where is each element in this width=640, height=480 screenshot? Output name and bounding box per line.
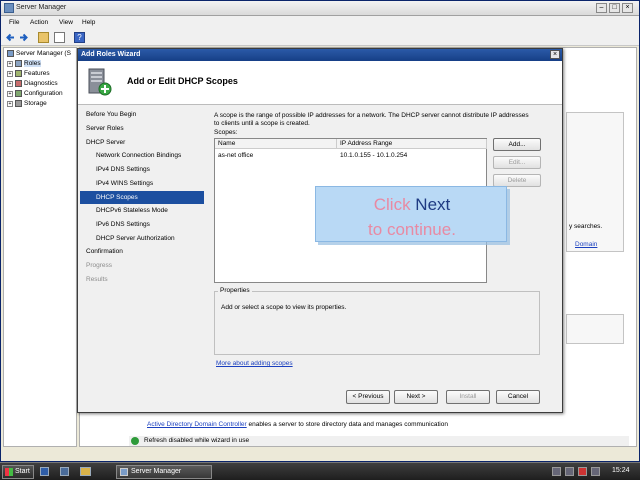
diagnostics-icon <box>15 80 22 87</box>
wizard-header: Add or Edit DHCP Scopes <box>78 61 562 105</box>
role-description: Active Directory Domain Controller enabl… <box>147 421 448 428</box>
expand-icon[interactable]: + <box>7 100 13 107</box>
scopes-label: Scopes: <box>214 129 238 136</box>
title-bar[interactable]: Server Manager – □ × <box>1 1 639 16</box>
explorer-quicklaunch-icon[interactable] <box>80 467 91 476</box>
column-header-name[interactable]: Name <box>215 139 337 149</box>
cancel-button[interactable]: Cancel <box>496 390 540 404</box>
roles-summary-box: y searches. Domain <box>566 112 624 252</box>
more-about-scopes-link[interactable]: More about adding scopes <box>216 360 293 367</box>
volume-tray-icon[interactable] <box>565 467 574 476</box>
callout-next-keyword: Next <box>415 195 451 214</box>
step-before-you-begin[interactable]: Before You Begin <box>86 108 202 121</box>
menu-action[interactable]: Action <box>30 19 48 26</box>
server-manager-quicklaunch-icon[interactable] <box>40 467 49 476</box>
expand-icon[interactable]: + <box>7 70 13 77</box>
properties-text: Add or select a scope to view its proper… <box>221 304 347 311</box>
wizard-steps: Before You Begin Server Roles DHCP Serve… <box>78 105 205 403</box>
scope-description: A scope is the range of possible IP addr… <box>214 112 529 127</box>
refresh-icon <box>131 437 139 445</box>
roles-icon <box>15 60 22 67</box>
tree-item-configuration[interactable]: + Configuration <box>7 90 63 97</box>
toolbar: ? <box>1 30 639 46</box>
powershell-quicklaunch-icon[interactable] <box>60 467 69 476</box>
add-scope-button[interactable]: Add... <box>493 138 541 151</box>
alert-tray-icon[interactable] <box>578 467 587 476</box>
ad-domain-controller-link[interactable]: Active Directory Domain Controller <box>147 421 247 428</box>
server-roles-icon <box>86 67 112 97</box>
features-icon <box>15 70 22 77</box>
server-manager-icon <box>4 3 14 13</box>
step-results: Results <box>86 276 108 283</box>
menu-file[interactable]: File <box>9 19 19 26</box>
back-icon[interactable] <box>5 32 16 43</box>
step-confirmation[interactable]: Confirmation <box>86 245 202 258</box>
windows-logo-icon <box>5 468 13 476</box>
wizard-content: A scope is the range of possible IP addr… <box>205 105 562 413</box>
step-dhcp-server-authorization[interactable]: DHCP Server Authorization <box>86 232 202 245</box>
wizard-heading: Add or Edit DHCP Scopes <box>127 76 238 86</box>
up-folder-icon[interactable] <box>38 32 49 43</box>
wizard-title-bar[interactable]: Add Roles Wizard × <box>78 49 562 61</box>
close-button[interactable]: × <box>622 3 633 13</box>
next-button[interactable]: Next > <box>394 390 438 404</box>
tree-item-diagnostics[interactable]: + Diagnostics <box>7 80 58 87</box>
tree-item-server-manager[interactable]: Server Manager (S <box>7 50 71 57</box>
column-header-ip-range[interactable]: IP Address Range <box>337 139 487 149</box>
step-ipv6-dns-settings[interactable]: IPv6 DNS Settings <box>86 218 202 231</box>
callout-text: Click Next to continue. <box>368 195 456 239</box>
install-button[interactable]: Install <box>446 390 490 404</box>
scope-name: as-net office <box>218 152 254 159</box>
network-tray-icon[interactable] <box>552 467 561 476</box>
properties-label: Properties <box>218 287 252 294</box>
step-dhcp-scopes[interactable]: DHCP Scopes <box>80 191 204 204</box>
expand-icon[interactable]: + <box>7 60 13 67</box>
clock[interactable]: 15:24 <box>612 467 630 474</box>
menu-bar: File Action View Help <box>1 16 639 30</box>
start-button[interactable]: Start <box>2 465 34 479</box>
status-bar: Refresh disabled while wizard in use <box>129 436 629 446</box>
tree-item-storage[interactable]: + Storage <box>7 100 47 107</box>
expand-icon[interactable]: + <box>7 90 13 97</box>
summary-box <box>566 314 624 344</box>
minimize-button[interactable]: – <box>596 3 607 13</box>
show-hide-tree-icon[interactable] <box>54 32 65 43</box>
properties-group: Properties Add or select a scope to view… <box>214 287 540 355</box>
taskbar: Start Server Manager 15:24 <box>0 462 640 480</box>
step-ipv4-dns-settings[interactable]: IPv4 DNS Settings <box>86 163 202 176</box>
domain-link[interactable]: Domain <box>575 241 597 248</box>
window-title: Server Manager <box>16 4 67 11</box>
storage-icon <box>15 100 22 107</box>
step-ipv4-wins-settings[interactable]: IPv4 WINS Settings <box>86 177 202 190</box>
navigation-tree: Server Manager (S + Roles + Features + Diag… <box>3 47 77 447</box>
instruction-callout: Click Next to continue. <box>315 186 507 242</box>
menu-help[interactable]: Help <box>82 19 95 26</box>
tree-item-features[interactable]: + Features <box>7 70 50 77</box>
taskbar-server-manager[interactable]: Server Manager <box>116 465 212 479</box>
previous-button[interactable]: < Previous <box>346 390 390 404</box>
tree-item-roles[interactable]: + Roles <box>7 60 41 68</box>
server-manager-icon <box>120 468 128 476</box>
step-dhcpv6-stateless-mode[interactable]: DHCPv6 Stateless Mode <box>86 204 202 217</box>
help-icon[interactable]: ? <box>74 32 85 43</box>
wizard-title: Add Roles Wizard <box>81 51 141 58</box>
table-row[interactable]: as-net office 10.1.0.155 - 10.1.0.254 <box>215 150 486 161</box>
maximize-button[interactable]: □ <box>609 3 620 13</box>
scope-ip-range: 10.1.0.155 - 10.1.0.254 <box>340 152 408 159</box>
configuration-icon <box>15 90 22 97</box>
step-server-roles[interactable]: Server Roles <box>86 122 202 135</box>
step-dhcp-server[interactable]: DHCP Server <box>86 136 202 149</box>
forward-icon[interactable] <box>18 32 29 43</box>
status-text: Refresh disabled while wizard in use <box>144 437 250 444</box>
wizard-close-button[interactable]: × <box>550 50 560 59</box>
step-progress: Progress <box>86 262 113 269</box>
display-tray-icon[interactable] <box>591 467 600 476</box>
edit-scope-button[interactable]: Edit... <box>493 156 541 169</box>
searches-text: y searches. <box>569 223 603 230</box>
server-icon <box>7 50 14 57</box>
menu-view[interactable]: View <box>59 19 73 26</box>
expand-icon[interactable]: + <box>7 80 13 87</box>
step-network-connection-bindings[interactable]: Network Connection Bindings <box>86 149 202 162</box>
